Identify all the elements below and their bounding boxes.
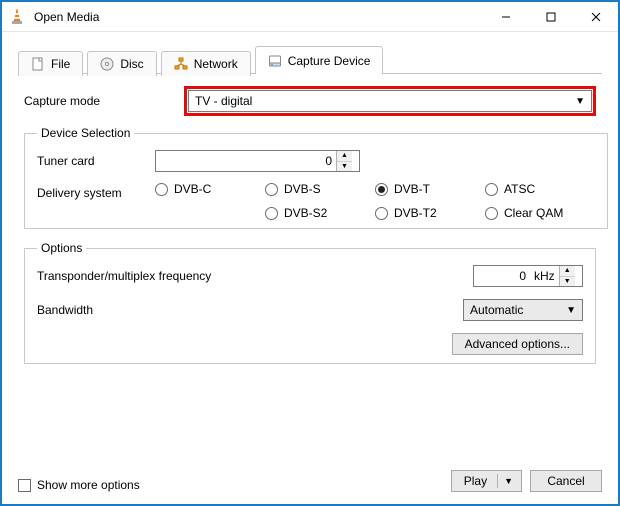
device-selection-legend: Device Selection — [37, 126, 134, 140]
device-selection-group: Device Selection Tuner card ▲ ▼ Delivery… — [24, 126, 608, 229]
footer: Show more options Play ▼ Cancel — [2, 468, 618, 504]
advanced-options-button[interactable]: Advanced options... — [452, 333, 583, 355]
bandwidth-label: Bandwidth — [37, 303, 247, 317]
tab-label: Capture Device — [288, 54, 371, 68]
stepper-down-icon[interactable]: ▼ — [560, 277, 575, 287]
close-button[interactable] — [573, 2, 618, 32]
tuner-card-label: Tuner card — [37, 154, 155, 168]
radio-dvb-s[interactable]: DVB-S — [265, 182, 375, 196]
tab-capture-device[interactable]: Capture Device — [255, 46, 384, 74]
radio-dvb-c[interactable]: DVB-C — [155, 182, 265, 196]
bandwidth-value: Automatic — [470, 303, 523, 317]
tab-label: Disc — [120, 57, 143, 71]
tab-label: Network — [194, 57, 238, 71]
tab-file[interactable]: File — [18, 51, 83, 76]
radio-clear-qam[interactable]: Clear QAM — [485, 206, 595, 220]
radio-label: DVB-S — [284, 182, 321, 196]
radio-label: ATSC — [504, 182, 535, 196]
frequency-stepper[interactable]: kHz ▲ ▼ — [473, 265, 583, 287]
checkbox-icon — [18, 479, 31, 492]
stepper-down-icon[interactable]: ▼ — [337, 162, 352, 172]
button-label: Cancel — [547, 474, 584, 488]
radio-label: Clear QAM — [504, 206, 563, 220]
minimize-button[interactable] — [483, 2, 528, 32]
tab-bar: File Disc Network — [18, 46, 602, 74]
capture-mode-value: TV - digital — [195, 94, 252, 108]
network-icon — [174, 57, 188, 71]
button-label: Play — [464, 474, 487, 488]
capture-device-icon — [268, 54, 282, 68]
capture-mode-select[interactable]: TV - digital ▼ — [188, 90, 592, 112]
radio-atsc[interactable]: ATSC — [485, 182, 595, 196]
play-button[interactable]: Play ▼ — [451, 470, 522, 492]
frequency-label: Transponder/multiplex frequency — [37, 269, 247, 283]
titlebar: Open Media — [2, 2, 618, 32]
tuner-card-input[interactable] — [156, 151, 336, 171]
delivery-system-label: Delivery system — [37, 182, 155, 200]
tab-disc[interactable]: Disc — [87, 51, 156, 76]
tuner-card-stepper[interactable]: ▲ ▼ — [155, 150, 360, 172]
radio-label: DVB-C — [174, 182, 211, 196]
radio-label: DVB-T2 — [394, 206, 437, 220]
options-group: Options Transponder/multiplex frequency … — [24, 241, 596, 364]
frequency-input[interactable] — [474, 266, 530, 286]
stepper-up-icon[interactable]: ▲ — [337, 151, 352, 162]
capture-mode-label: Capture mode — [24, 94, 184, 108]
vlc-icon — [8, 8, 26, 26]
window-title: Open Media — [34, 10, 99, 24]
stepper-up-icon[interactable]: ▲ — [560, 266, 575, 277]
capture-panel: Capture mode TV - digital ▼ Device Selec… — [18, 74, 602, 382]
options-legend: Options — [37, 241, 86, 255]
file-icon — [31, 57, 45, 71]
show-more-label: Show more options — [37, 478, 140, 492]
button-label: Advanced options... — [465, 337, 570, 351]
tab-label: File — [51, 57, 70, 71]
radio-dvb-s2[interactable]: DVB-S2 — [265, 206, 375, 220]
disc-icon — [100, 57, 114, 71]
chevron-down-icon: ▼ — [575, 96, 585, 107]
chevron-down-icon: ▼ — [566, 305, 576, 316]
frequency-unit: kHz — [530, 269, 559, 283]
cancel-button[interactable]: Cancel — [530, 470, 602, 492]
radio-label: DVB-S2 — [284, 206, 327, 220]
radio-dvb-t[interactable]: DVB-T — [375, 182, 485, 196]
radio-dvb-t2[interactable]: DVB-T2 — [375, 206, 485, 220]
radio-label: DVB-T — [394, 182, 430, 196]
tab-network[interactable]: Network — [161, 51, 251, 76]
bandwidth-select[interactable]: Automatic ▼ — [463, 299, 583, 321]
maximize-button[interactable] — [528, 2, 573, 32]
chevron-down-icon: ▼ — [504, 476, 513, 486]
